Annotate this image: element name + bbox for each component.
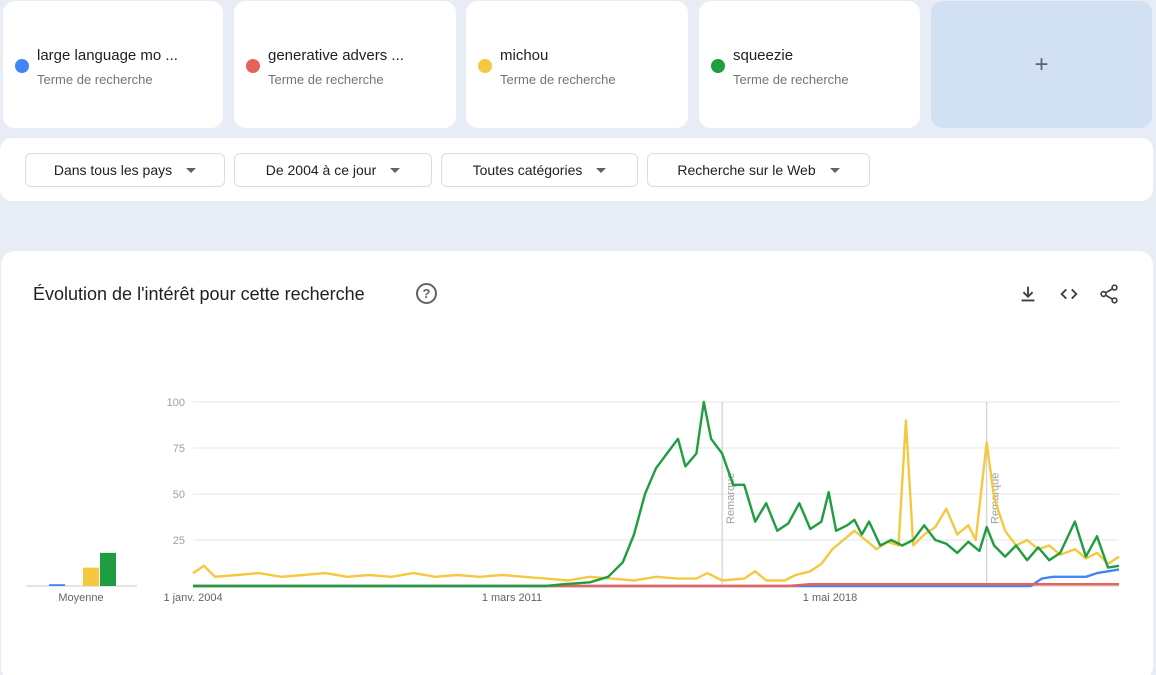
average-bar [100,552,116,586]
caret-down-icon [829,167,840,173]
term-card-1[interactable]: large language mo ... Terme de recherche [3,1,223,128]
x-tick-label: 1 mai 2018 [803,592,857,604]
term-type: Terme de recherche [733,72,849,87]
term-color-dot [246,59,260,73]
term-type: Terme de recherche [268,72,384,87]
interest-chart: Remarque Remarque 1007550251 janv. 2004 1 … [26,397,1120,604]
x-tick-label: 1 mars 2011 [482,592,542,604]
y-tick-label: 25 [173,535,185,547]
term-color-dot [711,59,725,73]
y-tick-label: 100 [167,397,185,409]
y-tick-label: 50 [173,489,185,501]
region-filter[interactable]: Dans tous les pays [25,153,225,187]
region-filter-label: Dans tous les pays [53,162,173,178]
average-bar [49,584,65,586]
filter-bar: Dans tous les pays De 2004 à ce jour Tou… [0,138,1153,201]
period-filter-label: De 2004 à ce jour [265,162,377,178]
interest-over-time-card: Évolution de l'intérêt pour cette recher… [1,251,1153,675]
search-type-filter-label: Recherche sur le Web [677,162,816,178]
axis-labels: 100 75 50 25 1 janv. 2004 1 mars 2011 1 mai 20… [58,397,857,604]
caret-down-icon [390,167,401,173]
add-term-button[interactable]: + [931,1,1152,128]
term-color-dot [478,59,492,73]
term-card-2[interactable]: generative advers ... Terme de recherche [234,1,456,128]
term-type: Terme de recherche [37,72,153,87]
y-tick-label: 75 [173,443,185,455]
term-card-4[interactable]: squeezie Terme de recherche [699,1,920,128]
caret-down-icon [186,167,197,173]
term-card-3[interactable]: michou Terme de recherche [466,1,688,128]
average-bar [83,567,99,586]
term-name: large language mo ... [37,47,178,64]
x-tick-label: 1 janv. 2004 [163,592,222,604]
term-name: michou [500,47,549,64]
period-filter[interactable]: De 2004 à ce jour [234,153,432,187]
term-name: squeezie [733,47,794,64]
series-line [192,419,1120,582]
average-bars [26,552,137,587]
term-name: generative advers ... [268,47,404,64]
search-type-filter[interactable]: Recherche sur le Web [647,153,870,187]
category-filter[interactable]: Toutes catégories [441,153,638,187]
category-filter-label: Toutes catégories [472,162,583,178]
term-color-dot [15,59,29,73]
term-type: Terme de recherche [500,72,616,87]
average-label: Moyenne [58,592,103,604]
caret-down-icon [596,167,607,173]
plus-icon: + [1034,50,1049,78]
